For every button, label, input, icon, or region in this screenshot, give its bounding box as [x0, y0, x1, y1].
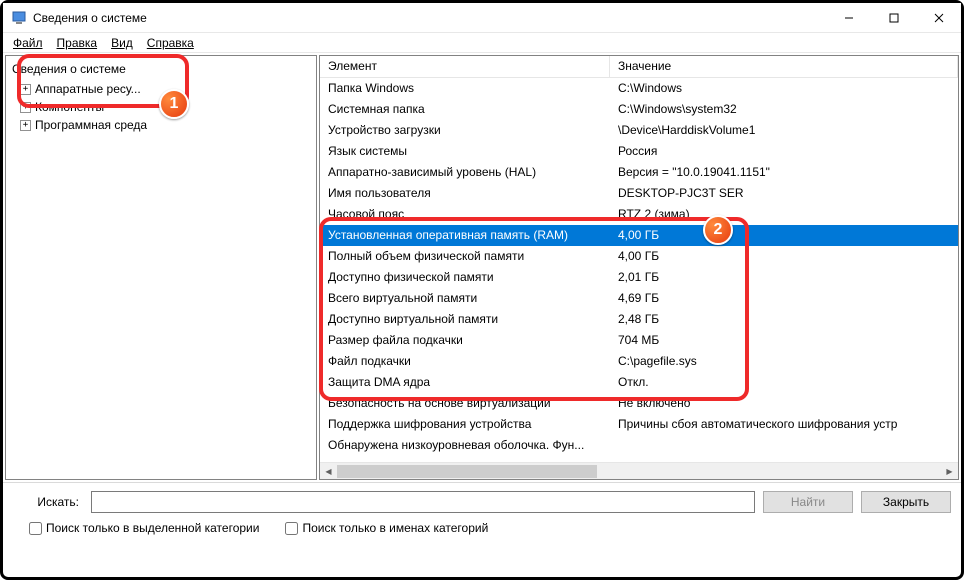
- menu-file[interactable]: Файл: [7, 34, 49, 52]
- cb-names-only[interactable]: Поиск только в именах категорий: [285, 521, 488, 535]
- search-options: Поиск только в выделенной категории Поис…: [3, 521, 961, 543]
- table-row[interactable]: Безопасность на основе виртуализацииНе в…: [320, 393, 958, 414]
- cell-element: Папка Windows: [320, 78, 610, 99]
- cell-element: Всего виртуальной памяти: [320, 288, 610, 309]
- expand-icon[interactable]: +: [20, 102, 31, 113]
- cell-value: C:\Windows: [610, 78, 958, 99]
- scroll-right-icon[interactable]: ▶: [941, 463, 958, 480]
- cell-value: Россия: [610, 141, 958, 162]
- scroll-left-icon[interactable]: ◀: [320, 463, 337, 480]
- close-button[interactable]: [916, 3, 961, 33]
- table-row[interactable]: Установленная оперативная память (RAM)4,…: [320, 225, 958, 246]
- cell-value: 4,00 ГБ: [610, 225, 958, 246]
- expand-icon[interactable]: +: [20, 84, 31, 95]
- menubar: Файл Правка Вид Справка: [3, 33, 961, 53]
- cell-element: Доступно физической памяти: [320, 267, 610, 288]
- table-row[interactable]: Защита DMA ядраОткл.: [320, 372, 958, 393]
- cell-element: Доступно виртуальной памяти: [320, 309, 610, 330]
- table-row[interactable]: Системная папкаC:\Windows\system32: [320, 99, 958, 120]
- cell-element: Поддержка шифрования устройства: [320, 414, 610, 435]
- details-pane: Элемент Значение Папка WindowsC:\Windows…: [319, 55, 959, 480]
- cell-value: 4,69 ГБ: [610, 288, 958, 309]
- maximize-button[interactable]: [871, 3, 916, 33]
- table-row[interactable]: Аппаратно-зависимый уровень (HAL)Версия …: [320, 162, 958, 183]
- column-headers: Элемент Значение: [320, 56, 958, 78]
- minimize-button[interactable]: [826, 3, 871, 33]
- scroll-thumb[interactable]: [337, 465, 597, 478]
- tree-root[interactable]: Сведения о системе: [8, 60, 314, 78]
- table-row[interactable]: Полный объем физической памяти4,00 ГБ: [320, 246, 958, 267]
- col-value[interactable]: Значение: [610, 56, 958, 77]
- expand-icon[interactable]: +: [20, 120, 31, 131]
- table-row[interactable]: Размер файла подкачки704 МБ: [320, 330, 958, 351]
- cell-value: Причины сбоя автоматического шифрования …: [610, 414, 958, 435]
- menu-edit[interactable]: Правка: [51, 34, 104, 52]
- cell-value: \Device\HarddiskVolume1: [610, 120, 958, 141]
- cell-value: Версия = "10.0.19041.1151": [610, 162, 958, 183]
- table-row[interactable]: Всего виртуальной памяти4,69 ГБ: [320, 288, 958, 309]
- cell-element: Устройство загрузки: [320, 120, 610, 141]
- titlebar: Сведения о системе: [3, 3, 961, 33]
- menu-view[interactable]: Вид: [105, 34, 139, 52]
- tree-pane: Сведения о системе + Аппаратные ресу... …: [5, 55, 317, 480]
- cell-element: Размер файла подкачки: [320, 330, 610, 351]
- cell-value: Не включено: [610, 393, 958, 414]
- cell-element: Системная папка: [320, 99, 610, 120]
- find-button[interactable]: Найти: [763, 491, 853, 513]
- table-row[interactable]: Поддержка шифрования устройстваПричины с…: [320, 414, 958, 435]
- cell-value: [610, 435, 958, 456]
- table-row[interactable]: Папка WindowsC:\Windows: [320, 78, 958, 99]
- search-input[interactable]: [91, 491, 755, 513]
- cb-selected-category[interactable]: Поиск только в выделенной категории: [29, 521, 259, 535]
- menu-help[interactable]: Справка: [141, 34, 200, 52]
- window-title: Сведения о системе: [33, 11, 826, 25]
- close-search-button[interactable]: Закрыть: [861, 491, 951, 513]
- table-row[interactable]: Устройство загрузки\Device\HarddiskVolum…: [320, 120, 958, 141]
- table-row[interactable]: Часовой поясRTZ 2 (зима): [320, 204, 958, 225]
- cell-element: Обнаружена низкоуровневая оболочка. Фун.…: [320, 435, 610, 456]
- cell-value: 2,01 ГБ: [610, 267, 958, 288]
- cell-value: Откл.: [610, 372, 958, 393]
- cell-element: Безопасность на основе виртуализации: [320, 393, 610, 414]
- cell-element: Часовой пояс: [320, 204, 610, 225]
- cell-element: Язык системы: [320, 141, 610, 162]
- cell-value: 4,00 ГБ: [610, 246, 958, 267]
- horizontal-scrollbar[interactable]: ◀ ▶: [320, 462, 958, 479]
- table-row[interactable]: Обнаружена низкоуровневая оболочка. Фун.…: [320, 435, 958, 456]
- table-row[interactable]: Доступно физической памяти2,01 ГБ: [320, 267, 958, 288]
- cell-value: DESKTOP-PJC3T SER: [610, 183, 958, 204]
- cell-element: Имя пользователя: [320, 183, 610, 204]
- cell-value: C:\Windows\system32: [610, 99, 958, 120]
- table-row[interactable]: Язык системыРоссия: [320, 141, 958, 162]
- cell-element: Полный объем физической памяти: [320, 246, 610, 267]
- cell-element: Файл подкачки: [320, 351, 610, 372]
- col-element[interactable]: Элемент: [320, 56, 610, 77]
- tree-item-components[interactable]: + Компоненты: [8, 98, 314, 116]
- app-icon: [11, 10, 27, 26]
- cell-element: Защита DMA ядра: [320, 372, 610, 393]
- table-row[interactable]: Доступно виртуальной памяти2,48 ГБ: [320, 309, 958, 330]
- search-label: Искать:: [13, 495, 83, 509]
- table-row[interactable]: Файл подкачкиC:\pagefile.sys: [320, 351, 958, 372]
- cell-element: Аппаратно-зависимый уровень (HAL): [320, 162, 610, 183]
- tree-item-software-env[interactable]: + Программная среда: [8, 116, 314, 134]
- cell-value: 2,48 ГБ: [610, 309, 958, 330]
- cell-value: C:\pagefile.sys: [610, 351, 958, 372]
- cell-value: 704 МБ: [610, 330, 958, 351]
- scroll-track[interactable]: [337, 463, 941, 480]
- cell-element: Установленная оперативная память (RAM): [320, 225, 610, 246]
- search-bar: Искать: Найти Закрыть: [3, 483, 961, 521]
- tree-item-hardware[interactable]: + Аппаратные ресу...: [8, 80, 314, 98]
- details-rows: Папка WindowsC:\WindowsСистемная папкаC:…: [320, 78, 958, 462]
- content-area: Сведения о системе + Аппаратные ресу... …: [3, 53, 961, 483]
- cell-value: RTZ 2 (зима): [610, 204, 958, 225]
- table-row[interactable]: Имя пользователяDESKTOP-PJC3T SER: [320, 183, 958, 204]
